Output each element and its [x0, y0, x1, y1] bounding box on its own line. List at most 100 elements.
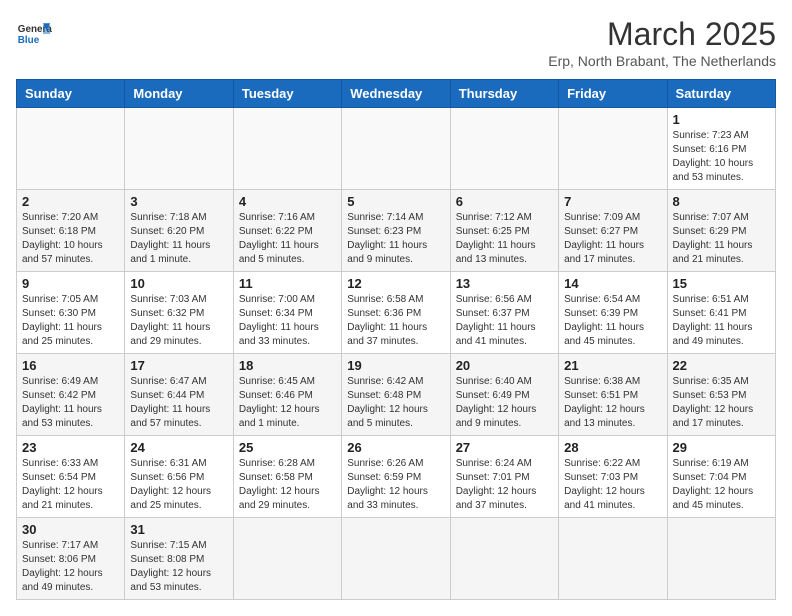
day-number: 31 [130, 522, 227, 537]
calendar-day-cell: 29 Sunrise: 6:19 AMSunset: 7:04 PMDayligh… [667, 436, 775, 518]
calendar-header-wednesday: Wednesday [342, 80, 450, 108]
day-number: 17 [130, 358, 227, 373]
calendar-day-cell: 15Sunrise: 6:51 AMSunset: 6:41 PMDayligh… [667, 272, 775, 354]
calendar-week-row: 2Sunrise: 7:20 AMSunset: 6:18 PMDaylight… [17, 190, 776, 272]
day-info: Sunrise: 7:15 AMSunset: 8:08 PMDaylight:… [130, 539, 227, 595]
calendar-week-row: 9Sunrise: 7:05 AMSunset: 6:30 PMDaylight… [17, 272, 776, 354]
calendar-header-friday: Friday [559, 80, 667, 108]
day-number: 1 [673, 112, 770, 127]
calendar-day-cell: 20 Sunrise: 6:40 AMSunset: 6:49 PMDayligh… [450, 354, 558, 436]
day-info: Sunrise: 6:38 AMSunset: 6:51 PMDaylight:… [564, 375, 661, 431]
calendar-day-cell: 24Sunrise: 6:31 AMSunset: 6:56 PMDayligh… [125, 436, 233, 518]
calendar-day-cell: 28Sunrise: 6:22 AMSunset: 7:03 PMDayligh… [559, 436, 667, 518]
calendar-day-cell [233, 518, 341, 600]
day-info: Sunrise: 6:35 AMSunset: 6:53 PMDaylight:… [673, 375, 770, 431]
day-info: Sunrise: 7:18 AMSunset: 6:20 PMDaylight:… [130, 211, 227, 267]
calendar-day-cell: 11 Sunrise: 7:00 AMSunset: 6:34 PMDayligh… [233, 272, 341, 354]
calendar-day-cell: 1 Sunrise: 7:23 AMSunset: 6:16 PMDaylight… [667, 108, 775, 190]
day-number: 4 [239, 194, 336, 209]
day-info: Sunrise: 7:23 AMSunset: 6:16 PMDaylight:… [673, 129, 770, 185]
calendar-day-cell [559, 518, 667, 600]
calendar-day-cell: 5Sunrise: 7:14 AMSunset: 6:23 PMDaylight… [342, 190, 450, 272]
day-info: Sunrise: 7:16 AMSunset: 6:22 PMDaylight:… [239, 211, 336, 267]
calendar-day-cell: 18 Sunrise: 6:45 AMSunset: 6:46 PMDayligh… [233, 354, 341, 436]
day-info: Sunrise: 7:03 AMSunset: 6:32 PMDaylight:… [130, 293, 227, 349]
calendar-day-cell [667, 518, 775, 600]
day-number: 8 [673, 194, 770, 209]
calendar-week-row: 1 Sunrise: 7:23 AMSunset: 6:16 PMDaylight… [17, 108, 776, 190]
calendar-day-cell [125, 108, 233, 190]
day-info: Sunrise: 6:28 AMSunset: 6:58 PMDaylight:… [239, 457, 336, 513]
day-info: Sunrise: 7:12 AMSunset: 6:25 PMDaylight:… [456, 211, 553, 267]
day-info: Sunrise: 6:56 AMSunset: 6:37 PMDaylight:… [456, 293, 553, 349]
day-number: 28 [564, 440, 661, 455]
day-number: 30 [22, 522, 119, 537]
calendar-day-cell: 12 Sunrise: 6:58 AMSunset: 6:36 PMDayligh… [342, 272, 450, 354]
day-info: Sunrise: 7:20 AMSunset: 6:18 PMDaylight:… [22, 211, 119, 267]
day-number: 12 [347, 276, 444, 291]
calendar-day-cell: 2Sunrise: 7:20 AMSunset: 6:18 PMDaylight… [17, 190, 125, 272]
day-number: 19 [347, 358, 444, 373]
day-number: 29 [673, 440, 770, 455]
calendar-day-cell: 16 Sunrise: 6:49 AMSunset: 6:42 PMDayligh… [17, 354, 125, 436]
calendar-day-cell [450, 518, 558, 600]
calendar-day-cell: 31 Sunrise: 7:15 AMSunset: 8:08 PMDayligh… [125, 518, 233, 600]
calendar-header-monday: Monday [125, 80, 233, 108]
calendar-week-row: 23 Sunrise: 6:33 AMSunset: 6:54 PMDayligh… [17, 436, 776, 518]
calendar-day-cell: 8 Sunrise: 7:07 AMSunset: 6:29 PMDaylight… [667, 190, 775, 272]
day-info: Sunrise: 7:07 AMSunset: 6:29 PMDaylight:… [673, 211, 770, 267]
day-number: 11 [239, 276, 336, 291]
day-info: Sunrise: 7:00 AMSunset: 6:34 PMDaylight:… [239, 293, 336, 349]
day-number: 26 [347, 440, 444, 455]
day-info: Sunrise: 6:49 AMSunset: 6:42 PMDaylight:… [22, 375, 119, 431]
day-number: 22 [673, 358, 770, 373]
calendar-day-cell: 27Sunrise: 6:24 AMSunset: 7:01 PMDayligh… [450, 436, 558, 518]
day-number: 25 [239, 440, 336, 455]
day-info: Sunrise: 7:05 AMSunset: 6:30 PMDaylight:… [22, 293, 119, 349]
page-header: General Blue March 2025 Erp, North Braba… [16, 16, 776, 69]
day-info: Sunrise: 6:45 AMSunset: 6:46 PMDaylight:… [239, 375, 336, 431]
day-info: Sunrise: 6:47 AMSunset: 6:44 PMDaylight:… [130, 375, 227, 431]
day-number: 10 [130, 276, 227, 291]
calendar-day-cell: 25 Sunrise: 6:28 AMSunset: 6:58 PMDayligh… [233, 436, 341, 518]
subtitle: Erp, North Brabant, The Netherlands [548, 53, 776, 69]
day-number: 13 [456, 276, 553, 291]
calendar-day-cell: 7Sunrise: 7:09 AMSunset: 6:27 PMDaylight… [559, 190, 667, 272]
day-number: 7 [564, 194, 661, 209]
calendar-table: SundayMondayTuesdayWednesdayThursdayFrid… [16, 79, 776, 600]
day-number: 27 [456, 440, 553, 455]
day-info: Sunrise: 7:14 AMSunset: 6:23 PMDaylight:… [347, 211, 444, 267]
day-number: 23 [22, 440, 119, 455]
day-info: Sunrise: 6:19 AMSunset: 7:04 PMDaylight:… [673, 457, 770, 513]
calendar-day-cell: 10 Sunrise: 7:03 AMSunset: 6:32 PMDayligh… [125, 272, 233, 354]
calendar-week-row: 16 Sunrise: 6:49 AMSunset: 6:42 PMDayligh… [17, 354, 776, 436]
calendar-day-cell: 21 Sunrise: 6:38 AMSunset: 6:51 PMDayligh… [559, 354, 667, 436]
day-number: 18 [239, 358, 336, 373]
day-number: 6 [456, 194, 553, 209]
calendar-day-cell [450, 108, 558, 190]
calendar-header-thursday: Thursday [450, 80, 558, 108]
calendar-header-tuesday: Tuesday [233, 80, 341, 108]
day-number: 3 [130, 194, 227, 209]
month-title: March 2025 [548, 16, 776, 53]
svg-text:Blue: Blue [18, 35, 40, 46]
calendar-header-row: SundayMondayTuesdayWednesdayThursdayFrid… [17, 80, 776, 108]
day-number: 16 [22, 358, 119, 373]
calendar-day-cell: 26Sunrise: 6:26 AMSunset: 6:59 PMDayligh… [342, 436, 450, 518]
day-number: 21 [564, 358, 661, 373]
calendar-day-cell [559, 108, 667, 190]
day-info: Sunrise: 6:58 AMSunset: 6:36 PMDaylight:… [347, 293, 444, 349]
calendar-day-cell [342, 108, 450, 190]
calendar-day-cell: 19Sunrise: 6:42 AMSunset: 6:48 PMDayligh… [342, 354, 450, 436]
day-info: Sunrise: 6:33 AMSunset: 6:54 PMDaylight:… [22, 457, 119, 513]
day-number: 14 [564, 276, 661, 291]
calendar-day-cell: 3 Sunrise: 7:18 AMSunset: 6:20 PMDaylight… [125, 190, 233, 272]
day-info: Sunrise: 6:54 AMSunset: 6:39 PMDaylight:… [564, 293, 661, 349]
calendar-day-cell [17, 108, 125, 190]
calendar-day-cell: 4 Sunrise: 7:16 AMSunset: 6:22 PMDaylight… [233, 190, 341, 272]
day-number: 24 [130, 440, 227, 455]
logo-icon: General Blue [16, 16, 52, 52]
day-info: Sunrise: 6:40 AMSunset: 6:49 PMDaylight:… [456, 375, 553, 431]
calendar-day-cell: 17 Sunrise: 6:47 AMSunset: 6:44 PMDayligh… [125, 354, 233, 436]
day-number: 20 [456, 358, 553, 373]
